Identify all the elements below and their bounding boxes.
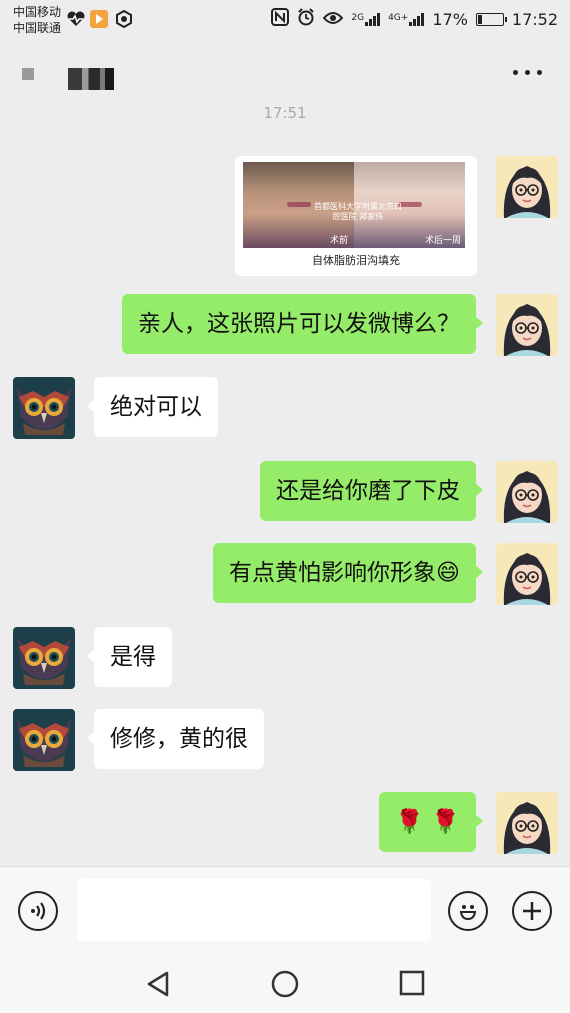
message-bubble-me[interactable]: 亲人，这张照片可以发微博么？ bbox=[122, 294, 483, 354]
nfc-icon bbox=[271, 8, 290, 30]
label-after: 术后一周 bbox=[424, 236, 461, 246]
photo-watermark: 首都医科大学附属北京口 腔医院 郑家伟 bbox=[303, 202, 413, 222]
avatar-me[interactable] bbox=[496, 156, 558, 218]
input-bar bbox=[0, 866, 570, 955]
network-2-label: 4G+ bbox=[388, 12, 409, 23]
message-bubble-them[interactable]: 绝对可以 bbox=[87, 377, 218, 437]
status-bar: 中国移动 中国联通 2G 4G+ 17% 17:52 bbox=[0, 0, 570, 40]
back-icon[interactable] bbox=[145, 970, 171, 1002]
network-1-label: 2G bbox=[351, 12, 365, 23]
recents-icon[interactable] bbox=[399, 970, 425, 1000]
message-bubble-them[interactable]: 修修，黄的很 bbox=[87, 709, 264, 769]
avatar-me[interactable] bbox=[496, 543, 558, 605]
voice-icon[interactable] bbox=[18, 891, 58, 931]
message-bubble-me[interactable]: 还是给你磨了下皮 bbox=[260, 461, 483, 521]
shield-app-icon bbox=[115, 10, 133, 28]
before-after-photo: 术前 术后一周 首都医科大学附属北京口 腔医院 郑家伟 bbox=[243, 162, 465, 248]
app-notification-icon bbox=[90, 10, 108, 28]
message-bubble-me[interactable]: 🌹 🌹 bbox=[379, 792, 483, 852]
plus-icon[interactable] bbox=[512, 891, 552, 931]
avatar-me[interactable] bbox=[496, 792, 558, 854]
avatar-me[interactable] bbox=[496, 294, 558, 356]
message-timestamp: 17:51 bbox=[263, 104, 307, 122]
message-bubble-them[interactable]: 是得 bbox=[87, 627, 172, 687]
contact-name-redacted bbox=[68, 68, 114, 90]
home-icon[interactable] bbox=[271, 970, 299, 1002]
heart-health-icon bbox=[66, 10, 86, 28]
signal-2-icon: 4G+ bbox=[388, 12, 425, 26]
watermark-line-1: 首都医科大学附属北京口 bbox=[314, 202, 402, 211]
image-caption: 自体脂肪泪沟填充 bbox=[312, 254, 400, 267]
more-icon[interactable] bbox=[513, 70, 542, 75]
battery-icon bbox=[475, 12, 507, 26]
back-icon[interactable] bbox=[22, 68, 34, 80]
alarm-icon bbox=[297, 8, 315, 30]
avatar-them[interactable] bbox=[13, 709, 75, 771]
system-nav-bar bbox=[0, 954, 570, 1013]
battery-fill bbox=[477, 14, 483, 24]
chat-header bbox=[0, 40, 570, 112]
carrier-2: 中国联通 bbox=[13, 21, 62, 35]
signal-1-icon: 2G bbox=[351, 12, 381, 26]
emoji-icon[interactable] bbox=[448, 891, 488, 931]
message-bubble-me[interactable]: 有点黄怕影响你形象😄 bbox=[213, 543, 483, 603]
avatar-them[interactable] bbox=[13, 377, 75, 439]
clock: 17:52 bbox=[511, 9, 558, 29]
image-message[interactable]: 术前 术后一周 首都医科大学附属北京口 腔医院 郑家伟 自体脂肪泪沟填充 bbox=[235, 156, 477, 276]
avatar-me[interactable] bbox=[496, 461, 558, 523]
status-icons: 2G 4G+ 17% 17:52 bbox=[271, 8, 558, 30]
label-before: 术前 bbox=[329, 236, 348, 246]
watermark-line-2: 腔医院 郑家伟 bbox=[332, 212, 384, 221]
avatar-them[interactable] bbox=[13, 627, 75, 689]
message-input[interactable] bbox=[77, 879, 431, 941]
battery-percent: 17% bbox=[432, 9, 468, 29]
eye-comfort-icon bbox=[323, 10, 344, 29]
carrier-1: 中国移动 bbox=[13, 5, 62, 19]
